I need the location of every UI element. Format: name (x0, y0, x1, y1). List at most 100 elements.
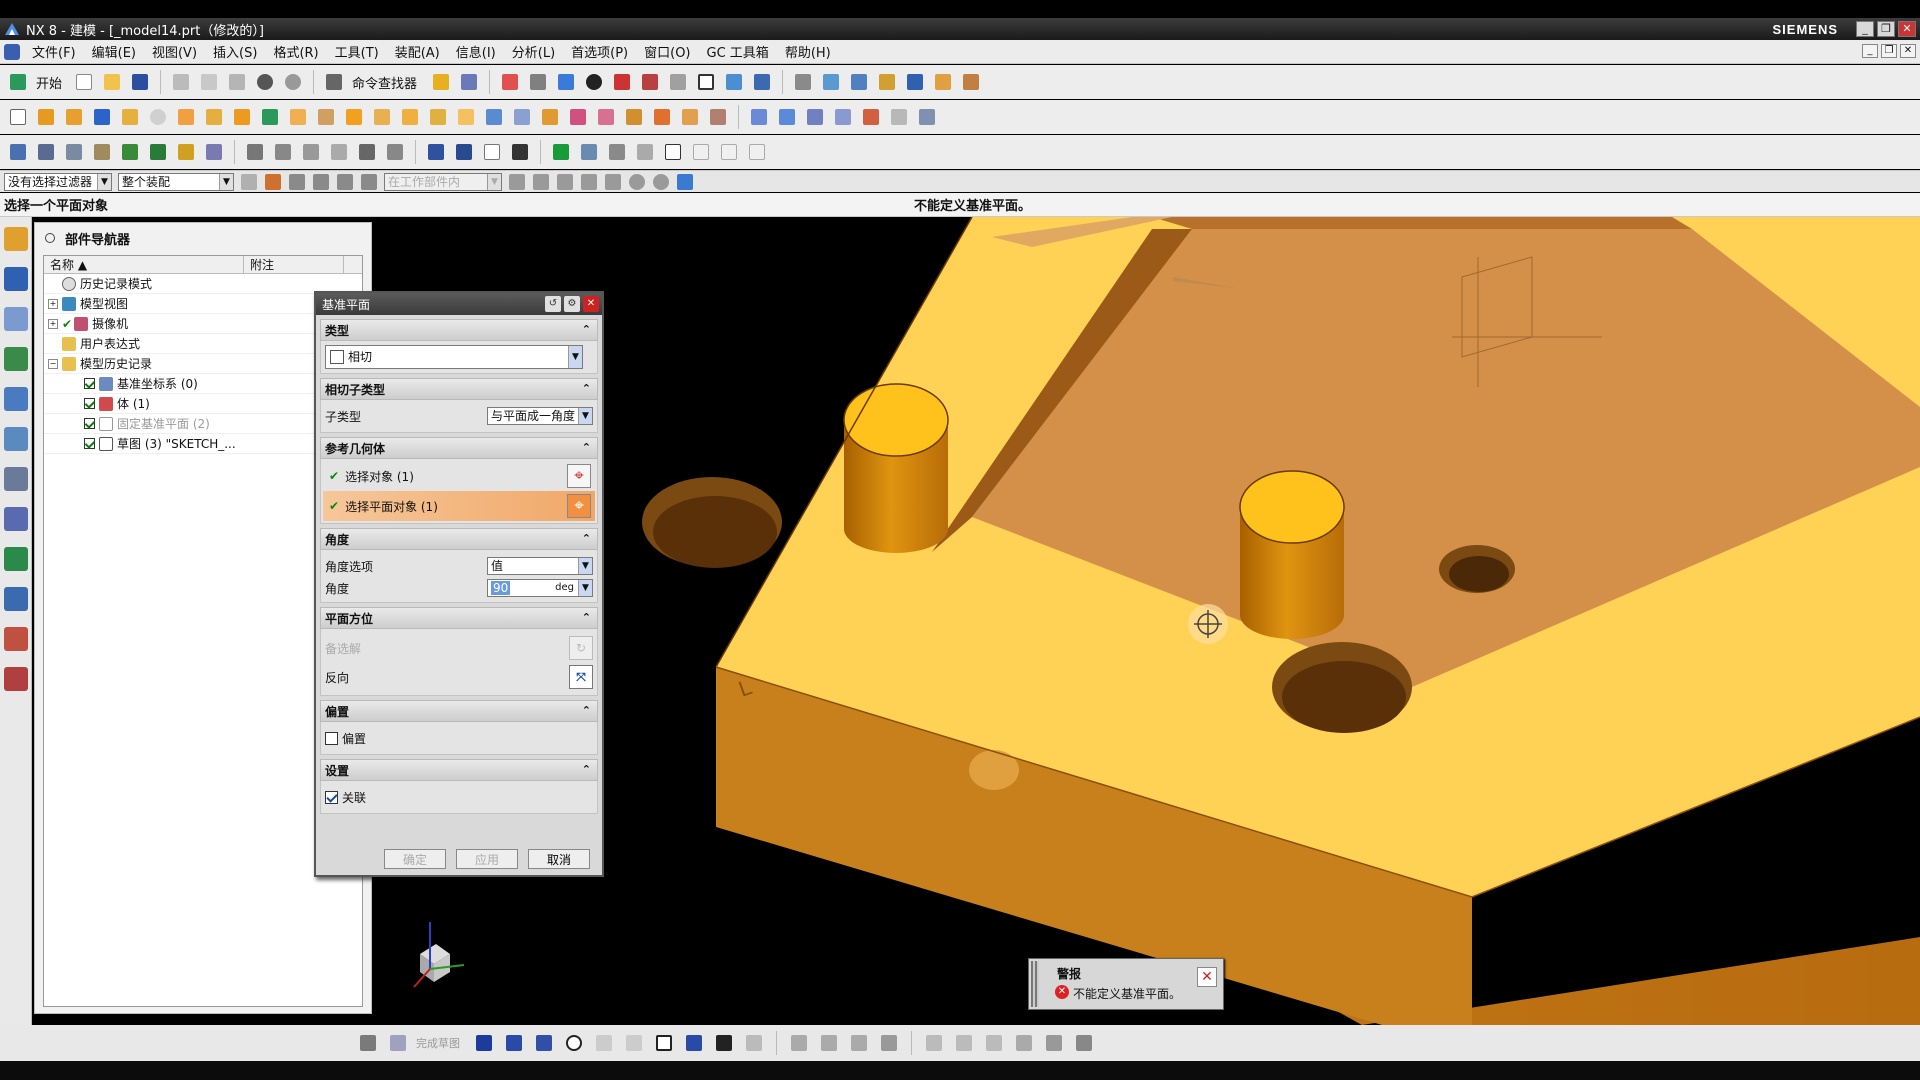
visibility-checkbox[interactable] (84, 398, 95, 409)
quadrant-point-icon[interactable] (652, 173, 670, 191)
move-object-icon[interactable] (508, 140, 532, 164)
unite-icon[interactable] (538, 105, 562, 129)
feature-grid-icon[interactable] (577, 140, 601, 164)
slot-icon[interactable] (286, 105, 310, 129)
swept-icon[interactable] (803, 105, 827, 129)
ruler-icon[interactable] (931, 70, 955, 94)
datum-csys-icon[interactable] (62, 140, 86, 164)
sphere-icon[interactable] (146, 105, 170, 129)
restore-button[interactable]: ❐ (1877, 21, 1895, 37)
expand-icon[interactable]: + (48, 298, 58, 309)
alert-close-button[interactable]: ✕ (1197, 967, 1217, 987)
mirror-icon[interactable] (622, 105, 646, 129)
type-section-header[interactable]: 类型 ⌃ (320, 319, 598, 341)
offset-section-header[interactable]: 偏置 ⌃ (320, 700, 598, 722)
surface-icon[interactable] (747, 105, 771, 129)
dimension-icon[interactable] (922, 1031, 946, 1055)
intersection-curve-icon[interactable] (327, 140, 351, 164)
extrude-icon[interactable] (34, 105, 58, 129)
line-icon[interactable] (502, 1031, 526, 1055)
datum-axis-icon[interactable] (34, 140, 58, 164)
menu-window[interactable]: 窗口(O) (636, 42, 698, 61)
snap-scope-select[interactable]: 在工作部件内 ▼ (384, 172, 502, 191)
collapse-icon[interactable]: − (48, 358, 58, 369)
shading-icon[interactable] (582, 70, 606, 94)
auto-constrain-icon[interactable] (982, 1031, 1006, 1055)
offset-curve-icon[interactable] (243, 140, 267, 164)
midpoint-icon[interactable] (556, 173, 574, 191)
select-planar-object-row[interactable]: ✔ 选择平面对象 (1) ⌖ (323, 491, 595, 521)
web-browser-icon[interactable] (3, 427, 28, 451)
replace-face-icon[interactable] (706, 105, 730, 129)
offset-face-icon[interactable] (678, 105, 702, 129)
edit-section-icon[interactable] (666, 70, 690, 94)
sketch-name-icon[interactable] (386, 1031, 410, 1055)
section-curve-icon[interactable] (355, 140, 379, 164)
command-finder-icon[interactable] (322, 70, 346, 94)
assembly-navigator-icon[interactable] (3, 227, 28, 251)
select-all-icon[interactable] (264, 173, 282, 191)
rectangle-icon[interactable] (652, 1031, 676, 1055)
transform-icon[interactable] (875, 70, 899, 94)
hd3d-tools-icon[interactable] (3, 387, 28, 411)
paste-icon[interactable] (225, 70, 249, 94)
menu-format[interactable]: 格式(R) (265, 42, 326, 61)
apply-button[interactable]: 应用 (456, 849, 518, 869)
edit-curve-icon[interactable] (452, 140, 476, 164)
fillet-icon[interactable] (592, 1031, 616, 1055)
edit-parameters-icon[interactable] (424, 140, 448, 164)
cylinder-left-top[interactable] (843, 383, 949, 457)
visibility-checkbox[interactable] (84, 378, 95, 389)
frame-icon[interactable] (694, 70, 718, 94)
analysis-icon[interactable] (959, 70, 983, 94)
triangle-icon[interactable] (661, 140, 685, 164)
chamfer-icon[interactable] (398, 105, 422, 129)
spline-icon[interactable] (146, 140, 170, 164)
blank-slot-b-icon[interactable] (717, 140, 741, 164)
crosshair-select-icon[interactable]: ⌖ (567, 494, 591, 518)
show-constraints-icon[interactable] (1012, 1031, 1036, 1055)
reuse-library-icon[interactable] (3, 347, 28, 371)
sew-icon[interactable] (859, 105, 883, 129)
make-corner-icon[interactable] (847, 1031, 871, 1055)
dialog-titlebar[interactable]: 基准平面 ↺ ⚙ ✕ (316, 293, 602, 315)
groove-icon[interactable] (314, 105, 338, 129)
constraint-navigator-icon[interactable] (3, 267, 28, 291)
select-object-row[interactable]: ✔ 选择对象 (1) ⌖ (323, 461, 595, 491)
quick-extend-icon[interactable] (817, 1031, 841, 1055)
graphics-window[interactable]: L (372, 217, 1920, 1025)
block-icon[interactable] (90, 105, 114, 129)
dialog-close-button[interactable]: ✕ (583, 296, 599, 312)
follow-fillet-icon[interactable] (360, 173, 378, 191)
render-style-icon[interactable] (526, 70, 550, 94)
move-to-layer-icon[interactable] (819, 70, 843, 94)
constraint-icon[interactable] (952, 1031, 976, 1055)
subtype-section-header[interactable]: 相切子类型 ⌃ (320, 378, 598, 400)
arc-center-icon[interactable] (628, 173, 646, 191)
menu-assembly[interactable]: 装配(A) (387, 42, 448, 61)
cycle-icon[interactable]: ↻ (569, 636, 593, 660)
pin-icon[interactable] (45, 233, 55, 243)
offset-sketch-icon[interactable] (877, 1031, 901, 1055)
roles-icon[interactable] (3, 627, 28, 651)
angle-option-select[interactable]: 值 ▼ (487, 557, 593, 575)
section-view-icon[interactable] (610, 70, 634, 94)
hide-icon[interactable] (638, 70, 662, 94)
history-icon[interactable] (3, 467, 28, 491)
project-curve-icon[interactable] (299, 140, 323, 164)
thicken-icon[interactable] (887, 105, 911, 129)
manufacturing-wizard-icon[interactable] (3, 587, 28, 611)
revolve-icon[interactable] (62, 105, 86, 129)
subtract-icon[interactable] (566, 105, 590, 129)
cancel-button[interactable]: 取消 (528, 849, 590, 869)
doc-close-button[interactable]: ✕ (1900, 44, 1916, 58)
split-body-icon[interactable] (510, 105, 534, 129)
type-select[interactable]: 相切 ▼ (325, 345, 583, 369)
blank-slot-c-icon[interactable] (745, 140, 769, 164)
reference-geometry-section-header[interactable]: 参考几何体 ⌃ (320, 437, 598, 459)
gear-icon[interactable]: ⚙ (564, 296, 580, 312)
trim-body-icon[interactable] (482, 105, 506, 129)
menu-insert[interactable]: 插入(S) (205, 42, 265, 61)
save-icon[interactable] (128, 70, 152, 94)
datum-plane-icon[interactable] (6, 140, 30, 164)
